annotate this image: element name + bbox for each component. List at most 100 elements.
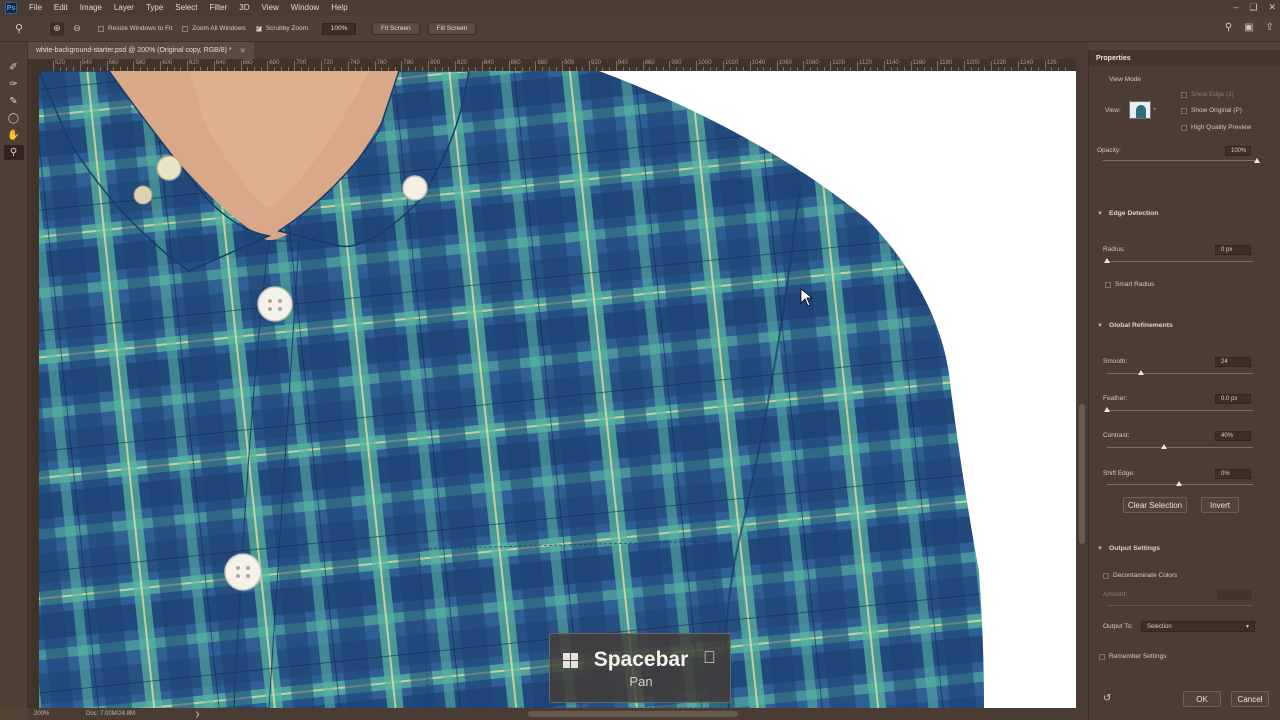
- restore-icon[interactable]: ❑: [1249, 2, 1257, 13]
- chevron-down-icon[interactable]: ▾: [1153, 105, 1156, 113]
- hand-tool-icon[interactable]: ✋: [4, 128, 24, 143]
- zoom-out-icon[interactable]: ⊖: [70, 22, 84, 36]
- menu-help[interactable]: Help: [325, 0, 353, 16]
- ruler-tick-label: 960: [644, 60, 655, 66]
- properties-tab[interactable]: Properties: [1096, 55, 1131, 62]
- scrubby-zoom-checkbox[interactable]: ✓ Scrubby Zoom: [255, 25, 308, 32]
- menu-file[interactable]: File: [23, 0, 48, 16]
- close-tab-icon[interactable]: ✕: [240, 47, 246, 55]
- document-tab[interactable]: white-background-starter.psd @ 200% (Ori…: [28, 42, 254, 59]
- ruler-tick: [803, 61, 805, 71]
- menu-image[interactable]: Image: [74, 0, 108, 16]
- contrast-slider-thumb[interactable]: [1161, 444, 1167, 449]
- quick-selection-tool-icon[interactable]: ✐: [4, 60, 24, 75]
- smooth-slider-thumb[interactable]: [1138, 370, 1144, 375]
- horizontal-ruler[interactable]: 520 540 560 580 600 620 640 660 680 700 720 740 760 7…: [39, 59, 1076, 71]
- feather-slider-thumb[interactable]: [1104, 407, 1110, 412]
- ruler-tick: [294, 61, 296, 71]
- cancel-button[interactable]: Cancel: [1231, 691, 1269, 707]
- output-settings-header[interactable]: ▼ Output Settings: [1097, 545, 1160, 552]
- ruler-tick-label: 700: [296, 60, 307, 66]
- minimize-icon[interactable]: –: [1233, 2, 1238, 13]
- status-zoom-field[interactable]: 200%: [34, 711, 64, 717]
- clear-selection-button[interactable]: Clear Selection: [1123, 497, 1187, 513]
- feather-field[interactable]: 0.0 px: [1215, 394, 1251, 404]
- remember-settings-checkbox[interactable]: Remember Settings: [1099, 653, 1166, 660]
- reset-icon[interactable]: ↺: [1103, 693, 1111, 704]
- menu-filter[interactable]: Filter: [204, 0, 234, 16]
- document-canvas[interactable]: [39, 71, 1076, 708]
- ruler-tick: [964, 61, 966, 71]
- ruler-tick-label: 1140: [885, 60, 899, 66]
- feather-slider-track[interactable]: [1107, 410, 1253, 411]
- zoom-tool-preset-icon[interactable]: ⚲: [10, 20, 28, 38]
- edge-detection-header[interactable]: ▼ Edge Detection: [1097, 210, 1158, 217]
- ruler-tick: [1044, 61, 1046, 71]
- ruler-tick: [723, 61, 724, 71]
- ruler-tick-label: 560: [108, 60, 119, 66]
- global-refinements-header[interactable]: ▼ Global Refinements: [1097, 322, 1173, 329]
- radius-field[interactable]: 0 px: [1215, 245, 1251, 255]
- menu-edit[interactable]: Edit: [48, 0, 74, 16]
- zoom-percent-field[interactable]: 100%: [322, 22, 357, 35]
- opacity-field[interactable]: 100%: [1225, 146, 1251, 156]
- zoom-tool-icon[interactable]: ⚲: [3, 145, 24, 160]
- ruler-tick: [160, 61, 162, 71]
- smooth-slider-track[interactable]: [1107, 373, 1253, 374]
- photoshop-logo-icon[interactable]: Ps: [5, 2, 17, 14]
- ruler-tick: [267, 61, 269, 71]
- resize-windows-checkbox[interactable]: Resize Windows to Fit: [98, 25, 172, 32]
- ruler-tick: [910, 61, 912, 71]
- brush-tool-icon[interactable]: ✎: [4, 94, 24, 109]
- shirt-photo: [39, 71, 984, 708]
- shift-edge-slider-thumb[interactable]: [1176, 481, 1182, 486]
- menu-type[interactable]: Type: [140, 0, 169, 16]
- invert-button[interactable]: Invert: [1201, 497, 1239, 513]
- ruler-tick-label: 1100: [832, 60, 846, 66]
- scrollbar-thumb[interactable]: [1079, 404, 1085, 544]
- radius-slider-thumb[interactable]: [1104, 258, 1110, 263]
- decontaminate-colors-checkbox[interactable]: Decontaminate Colors: [1103, 572, 1177, 579]
- ok-button[interactable]: OK: [1183, 691, 1221, 707]
- contrast-label: Contrast:: [1103, 432, 1130, 439]
- workspace-icon[interactable]: ▣: [1244, 22, 1253, 33]
- opacity-slider-thumb[interactable]: [1254, 158, 1260, 163]
- ruler-tick: [1017, 61, 1019, 71]
- status-arrow-icon[interactable]: ❯: [195, 711, 200, 718]
- menu-3d[interactable]: 3D: [233, 0, 255, 16]
- lasso-tool-icon[interactable]: ◯: [4, 111, 24, 126]
- contrast-field[interactable]: 40%: [1215, 431, 1251, 441]
- refine-edge-brush-icon[interactable]: ✑: [4, 77, 24, 92]
- feather-label: Feather:: [1103, 395, 1128, 402]
- menu-select[interactable]: Select: [169, 0, 203, 16]
- smart-radius-checkbox[interactable]: Smart Radius: [1105, 281, 1154, 288]
- horizontal-scrollbar-thumb[interactable]: [528, 711, 738, 717]
- zoom-in-icon[interactable]: ⊕: [50, 21, 64, 36]
- ruler-tick-label: 1200: [966, 60, 980, 66]
- high-quality-preview-checkbox[interactable]: High Quality Preview: [1181, 124, 1251, 131]
- radius-slider-track[interactable]: [1107, 261, 1253, 262]
- shift-edge-field[interactable]: 0%: [1215, 469, 1251, 479]
- menu-view[interactable]: View: [256, 0, 285, 16]
- chevron-down-icon: ▾: [1245, 624, 1249, 630]
- contrast-slider-track[interactable]: [1107, 447, 1253, 448]
- output-to-select[interactable]: Selection ▾: [1141, 621, 1255, 632]
- opacity-slider-track[interactable]: [1103, 160, 1259, 161]
- search-icon[interactable]: ⚲: [1225, 22, 1232, 33]
- fill-screen-button[interactable]: Fill Screen: [427, 22, 477, 35]
- vertical-ruler[interactable]: [28, 59, 39, 708]
- fit-screen-button[interactable]: Fit Screen: [372, 22, 420, 35]
- zoom-all-windows-checkbox[interactable]: Zoom All Windows: [182, 25, 246, 32]
- close-icon[interactable]: ✕: [1268, 2, 1276, 13]
- share-icon[interactable]: ⇧: [1266, 22, 1274, 33]
- show-edge-checkbox[interactable]: Show Edge (J): [1181, 91, 1234, 98]
- ruler-tick-label: 1220: [993, 60, 1007, 66]
- smooth-field[interactable]: 24: [1215, 357, 1251, 367]
- ruler-tick-label: 620: [189, 60, 200, 66]
- view-mode-thumbnail[interactable]: [1129, 101, 1151, 119]
- vertical-scrollbar[interactable]: [1076, 59, 1088, 708]
- document-tab-bar: white-background-starter.psd @ 200% (Ori…: [28, 42, 1088, 59]
- show-original-checkbox[interactable]: Show Original (P): [1181, 107, 1242, 114]
- menu-window[interactable]: Window: [285, 0, 325, 16]
- menu-layer[interactable]: Layer: [108, 0, 140, 16]
